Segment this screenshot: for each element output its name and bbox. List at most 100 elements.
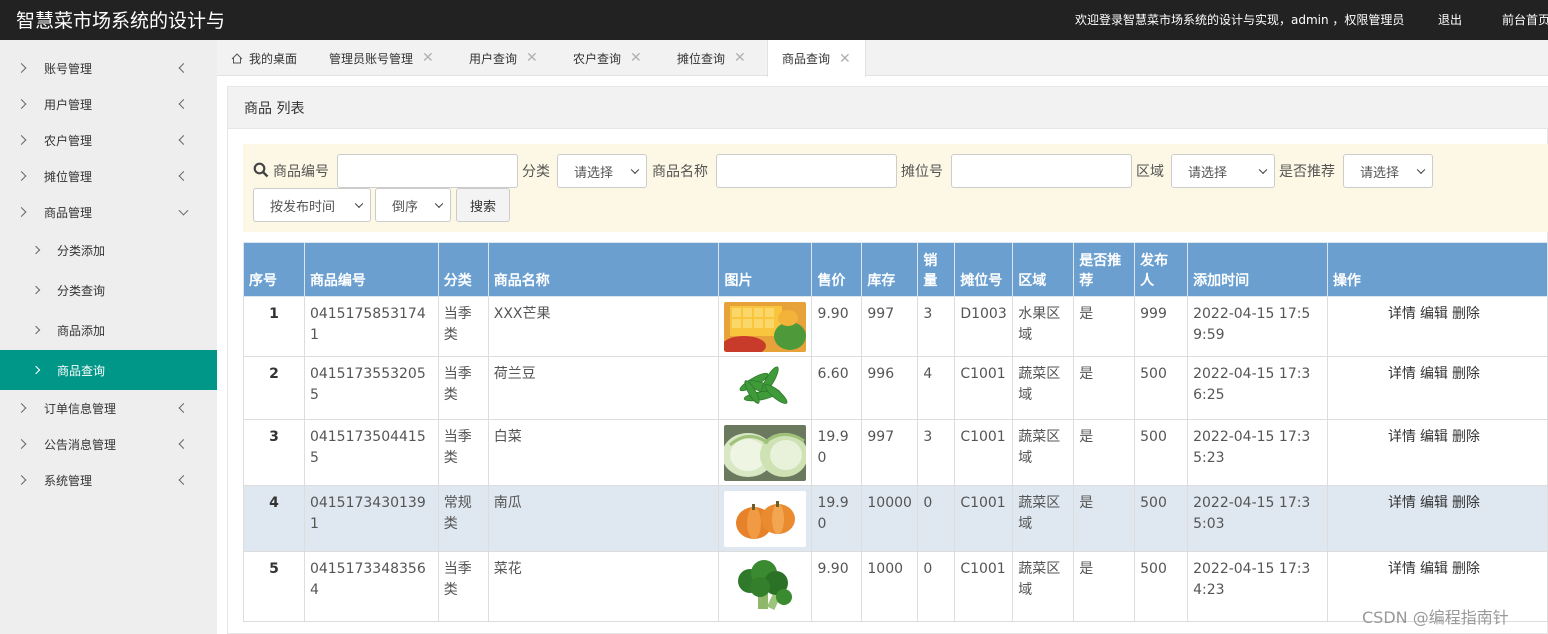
chevron-left-icon (178, 171, 189, 181)
cell-category: 当季类 (437, 296, 489, 357)
panel-title: 商品 列表 (228, 87, 1548, 129)
close-icon[interactable]: ✕ (422, 50, 434, 66)
tab-admin-accounts[interactable]: 管理员账号管理 ✕ (329, 40, 434, 76)
cell-recommend: 是 (1073, 356, 1136, 420)
cell-seq: 4 (243, 485, 305, 552)
search-button[interactable]: 搜索 (456, 188, 510, 222)
sidebar-item-goods[interactable]: 商品管理 (0, 194, 217, 230)
chevron-right-icon (16, 171, 27, 181)
cell-publisher: 999 (1134, 296, 1189, 357)
detail-link[interactable]: 详情 (1388, 366, 1416, 382)
chevron-right-icon (16, 135, 27, 145)
table-header-row: 序号 商品编号 分类 商品名称 图片 售价 库存 销量 摊位号 区域 是否推荐 … (243, 242, 1548, 297)
logout-link[interactable]: 退出 (1438, 11, 1462, 28)
cabbage-image (724, 425, 807, 481)
close-icon[interactable]: ✕ (839, 51, 851, 67)
column-header: 是否推荐 (1073, 242, 1136, 297)
column-header: 库存 (861, 242, 919, 297)
close-icon[interactable]: ✕ (526, 50, 538, 66)
detail-link[interactable]: 详情 (1388, 561, 1416, 577)
sidebar-item-users[interactable]: 用户管理 (0, 86, 217, 122)
tab-user-query[interactable]: 用户查询 ✕ (469, 40, 538, 76)
cell-ops: 详情 编辑 删除 (1326, 356, 1548, 420)
cell-time: 2022-04-15 17:35:23 (1187, 419, 1328, 486)
cell-code: 04151734301391 (303, 485, 439, 552)
chevron-left-icon (178, 135, 189, 145)
delete-link[interactable]: 删除 (1452, 429, 1480, 445)
column-header: 摊位号 (954, 242, 1014, 297)
cell-price: 19.90 (811, 485, 863, 552)
close-icon[interactable]: ✕ (734, 50, 746, 66)
sidebar-item-system[interactable]: 系统管理 (0, 462, 217, 498)
cell-stall: C1001 (954, 356, 1014, 420)
cell-category: 常规类 (437, 485, 489, 552)
name-label: 商品名称 (652, 164, 708, 180)
recommend-select[interactable]: 请选择 (1343, 154, 1433, 188)
column-header: 售价 (811, 242, 863, 297)
sidebar-subitem-label: 商品添加 (57, 323, 106, 338)
detail-link[interactable]: 详情 (1388, 495, 1416, 511)
front-home-link[interactable]: 前台首页 (1502, 11, 1548, 28)
sidebar-item-notices[interactable]: 公告消息管理 (0, 426, 217, 462)
detail-link[interactable]: 详情 (1388, 429, 1416, 445)
category-select[interactable]: 请选择 (557, 154, 647, 188)
sidebar-item-orders[interactable]: 订单信息管理 (0, 390, 217, 426)
chevron-down-icon (178, 205, 189, 216)
edit-link[interactable]: 编辑 (1420, 561, 1448, 577)
column-header: 商品编号 (303, 242, 439, 297)
delete-link[interactable]: 删除 (1452, 495, 1480, 511)
cell-time: 2022-04-15 17:59:59 (1187, 296, 1328, 357)
sidebar-subitem-label: 商品查询 (57, 363, 106, 378)
edit-link[interactable]: 编辑 (1420, 429, 1448, 445)
column-header: 序号 (243, 242, 305, 297)
cell-image (718, 551, 813, 622)
delete-link[interactable]: 删除 (1452, 561, 1480, 577)
table-row: 3 04151735044155 当季类 白菜 19.90 997 3 C100… (243, 419, 1548, 486)
column-header: 分类 (437, 242, 489, 297)
sidebar-item-farmers[interactable]: 农户管理 (0, 122, 217, 158)
watermark: CSDN @编程指南针 (1362, 608, 1509, 627)
code-input[interactable] (337, 154, 518, 188)
order-select[interactable]: 倒序 (375, 188, 451, 222)
column-header: 发布人 (1134, 242, 1189, 297)
delete-link[interactable]: 删除 (1452, 366, 1480, 382)
tab-desktop[interactable]: 我的桌面 (231, 40, 297, 76)
tab-bar: 我的桌面 管理员账号管理 ✕ 用户查询 ✕ 农户查询 ✕ 摊位查询 ✕ 商品查询… (217, 40, 1548, 77)
edit-link[interactable]: 编辑 (1420, 306, 1448, 322)
detail-link[interactable]: 详情 (1388, 306, 1416, 322)
cell-stall: D1003 (954, 296, 1014, 357)
sidebar-subitem-goods-add[interactable]: 商品添加 (0, 310, 217, 350)
cell-image (718, 296, 813, 357)
tab-farmer-query[interactable]: 农户查询 ✕ (573, 40, 642, 76)
cell-price: 6.60 (811, 356, 863, 420)
cell-sales: 4 (917, 356, 956, 420)
cell-time: 2022-04-15 17:35:03 (1187, 485, 1328, 552)
table-row: 2 04151735532055 当季类 荷兰豆 6.60 996 4 C100… (243, 356, 1548, 420)
delete-link[interactable]: 删除 (1452, 306, 1480, 322)
chevron-right-icon (31, 245, 41, 255)
cell-publisher: 500 (1134, 356, 1189, 420)
sidebar-subitem-category-add[interactable]: 分类添加 (0, 230, 217, 270)
tab-label: 摊位查询 (677, 51, 726, 66)
cell-ops: 详情 编辑 删除 (1326, 485, 1548, 552)
cell-ops: 详情 编辑 删除 (1326, 296, 1548, 357)
sort-select[interactable]: 按发布时间 (253, 188, 371, 222)
sidebar-subitem-goods-query[interactable]: 商品查询 (0, 350, 217, 390)
stall-input[interactable] (951, 154, 1132, 188)
edit-link[interactable]: 编辑 (1420, 366, 1448, 382)
column-header: 添加时间 (1187, 242, 1328, 297)
tab-stall-query[interactable]: 摊位查询 ✕ (677, 40, 746, 76)
sidebar-item-accounts[interactable]: 账号管理 (0, 50, 217, 86)
table-row: 5 04151733483564 当季类 菜花 9.90 1000 0 C100… (243, 551, 1548, 622)
chevron-right-icon (31, 365, 41, 375)
sidebar-subitem-category-query[interactable]: 分类查询 (0, 270, 217, 310)
tab-label: 商品查询 (782, 52, 831, 66)
cell-image (718, 356, 813, 420)
edit-link[interactable]: 编辑 (1420, 495, 1448, 511)
tab-goods-query[interactable]: 商品查询 ✕ (767, 40, 866, 77)
name-input[interactable] (716, 154, 897, 188)
area-select[interactable]: 请选择 (1171, 154, 1275, 188)
cell-stall: C1001 (954, 419, 1014, 486)
close-icon[interactable]: ✕ (630, 50, 642, 66)
sidebar-item-stalls[interactable]: 摊位管理 (0, 158, 217, 194)
